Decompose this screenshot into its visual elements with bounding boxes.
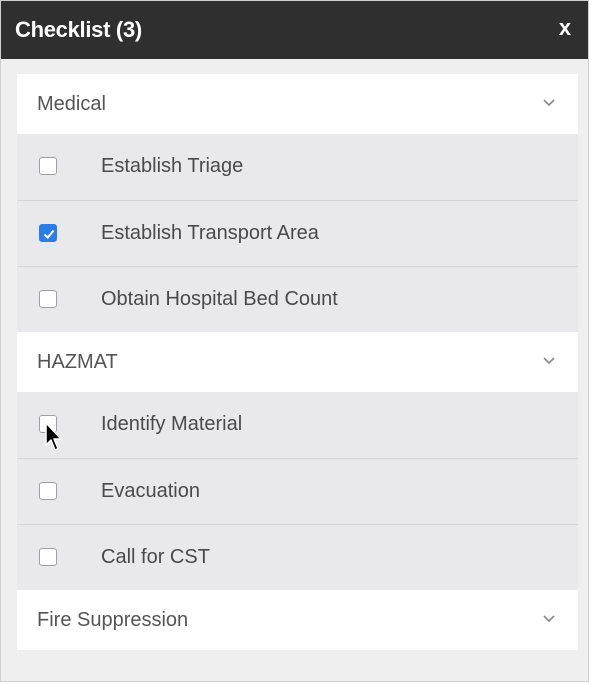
item-label: Establish Triage [101,155,244,177]
section-label: HAZMAT [37,351,118,373]
title-bar: Checklist (3) x [1,1,588,59]
checklist-item-identify-material[interactable]: Identify Material [17,392,578,458]
close-button[interactable]: x [554,15,576,41]
item-label: Evacuation [101,480,200,502]
chevron-down-icon [543,99,555,107]
section-label: Fire Suppression [37,609,189,631]
item-label: Establish Transport Area [101,222,319,244]
checkbox[interactable] [39,415,57,433]
checkbox[interactable] [39,482,57,500]
checkmark-icon [43,229,55,239]
checkbox[interactable] [39,157,57,175]
section-header-medical[interactable]: Medical [17,74,578,134]
panel-title: Checklist (3) [15,17,142,42]
checkbox[interactable] [39,290,57,308]
checklist-item-call-for-cst[interactable]: Call for CST [17,524,578,590]
checklist-item-establish-transport-area[interactable]: Establish Transport Area [17,200,578,266]
section-label: Medical [37,93,106,115]
checklist-item-evacuation[interactable]: Evacuation [17,458,578,524]
chevron-down-icon [543,357,555,365]
checklist-item-establish-triage[interactable]: Establish Triage [17,134,578,200]
checklist-item-obtain-hospital-bed-count[interactable]: Obtain Hospital Bed Count [17,266,578,332]
checklist-sections: Medical Establish Triage Establish Trans… [17,74,578,650]
item-label: Call for CST [101,546,210,568]
section-header-fire-suppression[interactable]: Fire Suppression [17,590,578,650]
section-header-hazmat[interactable]: HAZMAT [17,332,578,392]
item-label: Identify Material [101,413,243,435]
checklist-panel: Checklist (3) x Medical Establish Triage… [0,0,589,682]
checkbox[interactable] [39,548,57,566]
chevron-down-icon [543,615,555,623]
checkbox-checked[interactable] [39,224,57,242]
item-label: Obtain Hospital Bed Count [101,288,338,310]
